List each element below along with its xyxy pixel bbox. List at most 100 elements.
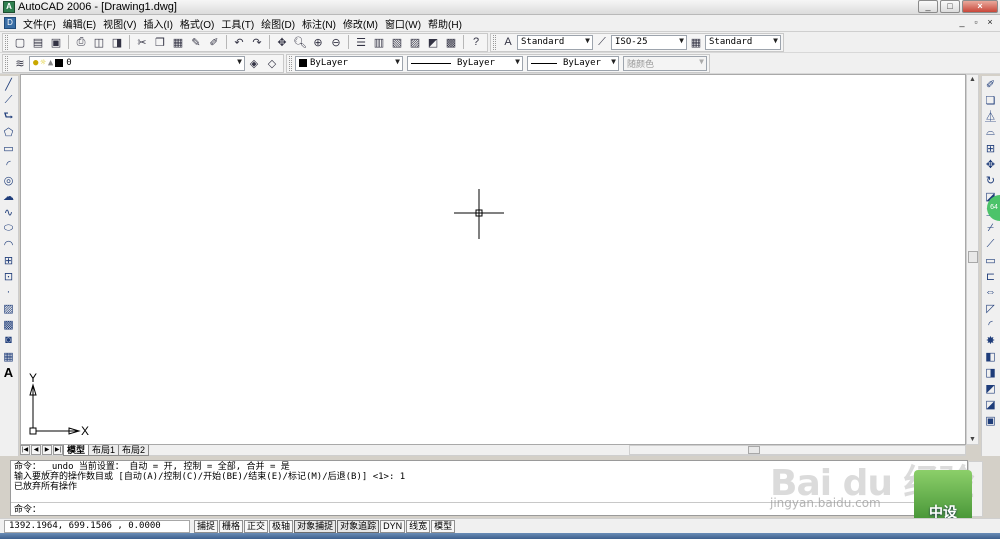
- array-icon[interactable]: ⊞: [982, 140, 999, 156]
- dyn-toggle[interactable]: DYN: [380, 519, 406, 533]
- scroll-up-icon[interactable]: ▲: [969, 76, 976, 83]
- autocad-app-icon[interactable]: A: [3, 1, 15, 13]
- table-style-icon[interactable]: ▦: [688, 34, 704, 50]
- toolbar-grip[interactable]: [493, 34, 496, 50]
- zoom-previous-icon[interactable]: ⊖: [328, 34, 344, 50]
- explode-icon[interactable]: ✸: [982, 332, 999, 348]
- insert-block-icon[interactable]: ⊞: [0, 252, 17, 268]
- layer-manager-icon[interactable]: ≋: [12, 55, 28, 71]
- ortho-toggle[interactable]: 正交: [244, 519, 269, 533]
- help-icon[interactable]: ?: [468, 34, 484, 50]
- layer-previous-icon[interactable]: ◇: [264, 55, 280, 71]
- copy-icon[interactable]: ❐: [152, 34, 168, 50]
- menu-file[interactable]: 文件(F): [20, 16, 60, 31]
- properties-icon[interactable]: ☰: [353, 34, 369, 50]
- undo-icon[interactable]: ↶: [231, 34, 247, 50]
- ellipse-arc-icon[interactable]: ◠: [0, 236, 17, 252]
- ellipse-icon[interactable]: ⬭: [0, 220, 17, 236]
- document-icon[interactable]: D: [4, 17, 16, 29]
- trim-icon[interactable]: ⌿: [982, 220, 999, 236]
- spline-icon[interactable]: ∿: [0, 204, 17, 220]
- close-button[interactable]: ×: [962, 0, 998, 13]
- move-icon[interactable]: ✥: [982, 156, 999, 172]
- draw-order-back-icon[interactable]: ◨: [982, 364, 999, 380]
- lineweight-select[interactable]: ByLayer ▼: [527, 55, 619, 71]
- markup-icon[interactable]: ◩: [425, 34, 441, 50]
- snap-toggle[interactable]: 捕捉: [194, 519, 219, 533]
- doc-minimize-button[interactable]: _: [956, 17, 968, 29]
- rectangle-icon[interactable]: ▭: [0, 140, 17, 156]
- extend-icon[interactable]: ⟋: [982, 236, 999, 252]
- fillet-icon[interactable]: ◜: [982, 316, 999, 332]
- doc-restore-button[interactable]: ▫: [970, 17, 982, 29]
- polyline-icon[interactable]: ⮑: [0, 108, 17, 124]
- pan-icon[interactable]: ✥: [274, 34, 290, 50]
- polar-toggle[interactable]: 极轴: [269, 519, 294, 533]
- publish-icon[interactable]: ◨: [109, 34, 125, 50]
- menu-modify[interactable]: 修改(M): [340, 16, 382, 31]
- osnap-toggle[interactable]: 对象捕捉: [294, 519, 337, 533]
- point-icon[interactable]: ·: [0, 284, 17, 300]
- coordinate-readout[interactable]: 1392.1964, 699.1506 , 0.0000: [4, 519, 190, 533]
- tab-layout2[interactable]: 布局2: [118, 444, 150, 456]
- scroll-thumb[interactable]: [968, 251, 978, 263]
- table-style-select[interactable]: Standard ▼: [705, 34, 781, 50]
- dim-style-select[interactable]: ISO-25 ▼: [611, 34, 687, 50]
- menu-help[interactable]: 帮助(H): [425, 16, 466, 31]
- lineweight-toggle[interactable]: 线宽: [406, 519, 431, 533]
- chamfer-icon[interactable]: ◸: [982, 300, 999, 316]
- match-properties-icon[interactable]: ✎: [188, 34, 204, 50]
- polygon-icon[interactable]: ⬠: [0, 124, 17, 140]
- toolbar-grip[interactable]: [289, 55, 292, 71]
- drawing-area[interactable]: Y X: [20, 74, 966, 445]
- menu-view[interactable]: 视图(V): [100, 16, 140, 31]
- tool-palettes-icon[interactable]: ▧: [389, 34, 405, 50]
- mirror-icon[interactable]: ⏅: [982, 108, 999, 124]
- draw-order-front-icon[interactable]: ◧: [982, 348, 999, 364]
- dim-style-icon[interactable]: ⟋: [594, 34, 610, 50]
- copy-object-icon[interactable]: ❏: [982, 92, 999, 108]
- bring-above-icon[interactable]: ◩: [982, 380, 999, 396]
- block-editor-icon[interactable]: ✐: [206, 34, 222, 50]
- erase-icon[interactable]: ✐: [982, 76, 999, 92]
- send-under-icon[interactable]: ◪: [982, 396, 999, 412]
- print-icon[interactable]: ⎙: [73, 34, 89, 50]
- gradient-icon[interactable]: ▩: [0, 316, 17, 332]
- grid-toggle[interactable]: 栅格: [219, 519, 244, 533]
- maximize-button[interactable]: □: [940, 0, 960, 13]
- linetype-select[interactable]: ByLayer ▼: [407, 55, 523, 71]
- menu-format[interactable]: 格式(O): [177, 16, 218, 31]
- menu-tools[interactable]: 工具(T): [218, 16, 258, 31]
- last-tab-icon[interactable]: ▶|: [53, 445, 63, 455]
- new-file-icon[interactable]: ▢: [12, 34, 28, 50]
- calculator-icon[interactable]: ▩: [443, 34, 459, 50]
- model-toggle[interactable]: 模型: [431, 519, 456, 533]
- first-tab-icon[interactable]: |◀: [20, 445, 30, 455]
- menu-edit[interactable]: 编辑(E): [60, 16, 100, 31]
- text-style-select[interactable]: Standard ▼: [517, 34, 593, 50]
- tab-layout1[interactable]: 布局1: [88, 444, 120, 456]
- layer-select[interactable]: ● ☼ ▲ 0 ▼: [29, 55, 245, 71]
- cut-icon[interactable]: ✂: [134, 34, 150, 50]
- minimize-button[interactable]: _: [918, 0, 938, 13]
- toolbar-grip[interactable]: [5, 55, 8, 71]
- print-preview-icon[interactable]: ◫: [91, 34, 107, 50]
- menu-draw[interactable]: 绘图(D): [258, 16, 299, 31]
- open-file-icon[interactable]: ▤: [30, 34, 46, 50]
- toolbar-grip[interactable]: [5, 34, 8, 50]
- make-block-icon[interactable]: ⊡: [0, 268, 17, 284]
- text-style-icon[interactable]: A: [500, 34, 516, 50]
- arc-icon[interactable]: ◜: [0, 156, 17, 172]
- make-current-layer-icon[interactable]: ◈: [246, 55, 262, 71]
- sheet-set-icon[interactable]: ▨: [407, 34, 423, 50]
- menu-insert[interactable]: 插入(I): [140, 16, 176, 31]
- zoom-window-icon[interactable]: ⊕: [310, 34, 326, 50]
- scroll-thumb[interactable]: [748, 446, 761, 454]
- otrack-toggle[interactable]: 对象追踪: [337, 519, 380, 533]
- tab-model[interactable]: 模型: [63, 444, 90, 456]
- paste-icon[interactable]: ▦: [170, 34, 186, 50]
- doc-close-button[interactable]: ×: [984, 17, 996, 29]
- multiline-text-icon[interactable]: A: [0, 364, 17, 380]
- rotate-icon[interactable]: ↻: [982, 172, 999, 188]
- circle-icon[interactable]: ◎: [0, 172, 17, 188]
